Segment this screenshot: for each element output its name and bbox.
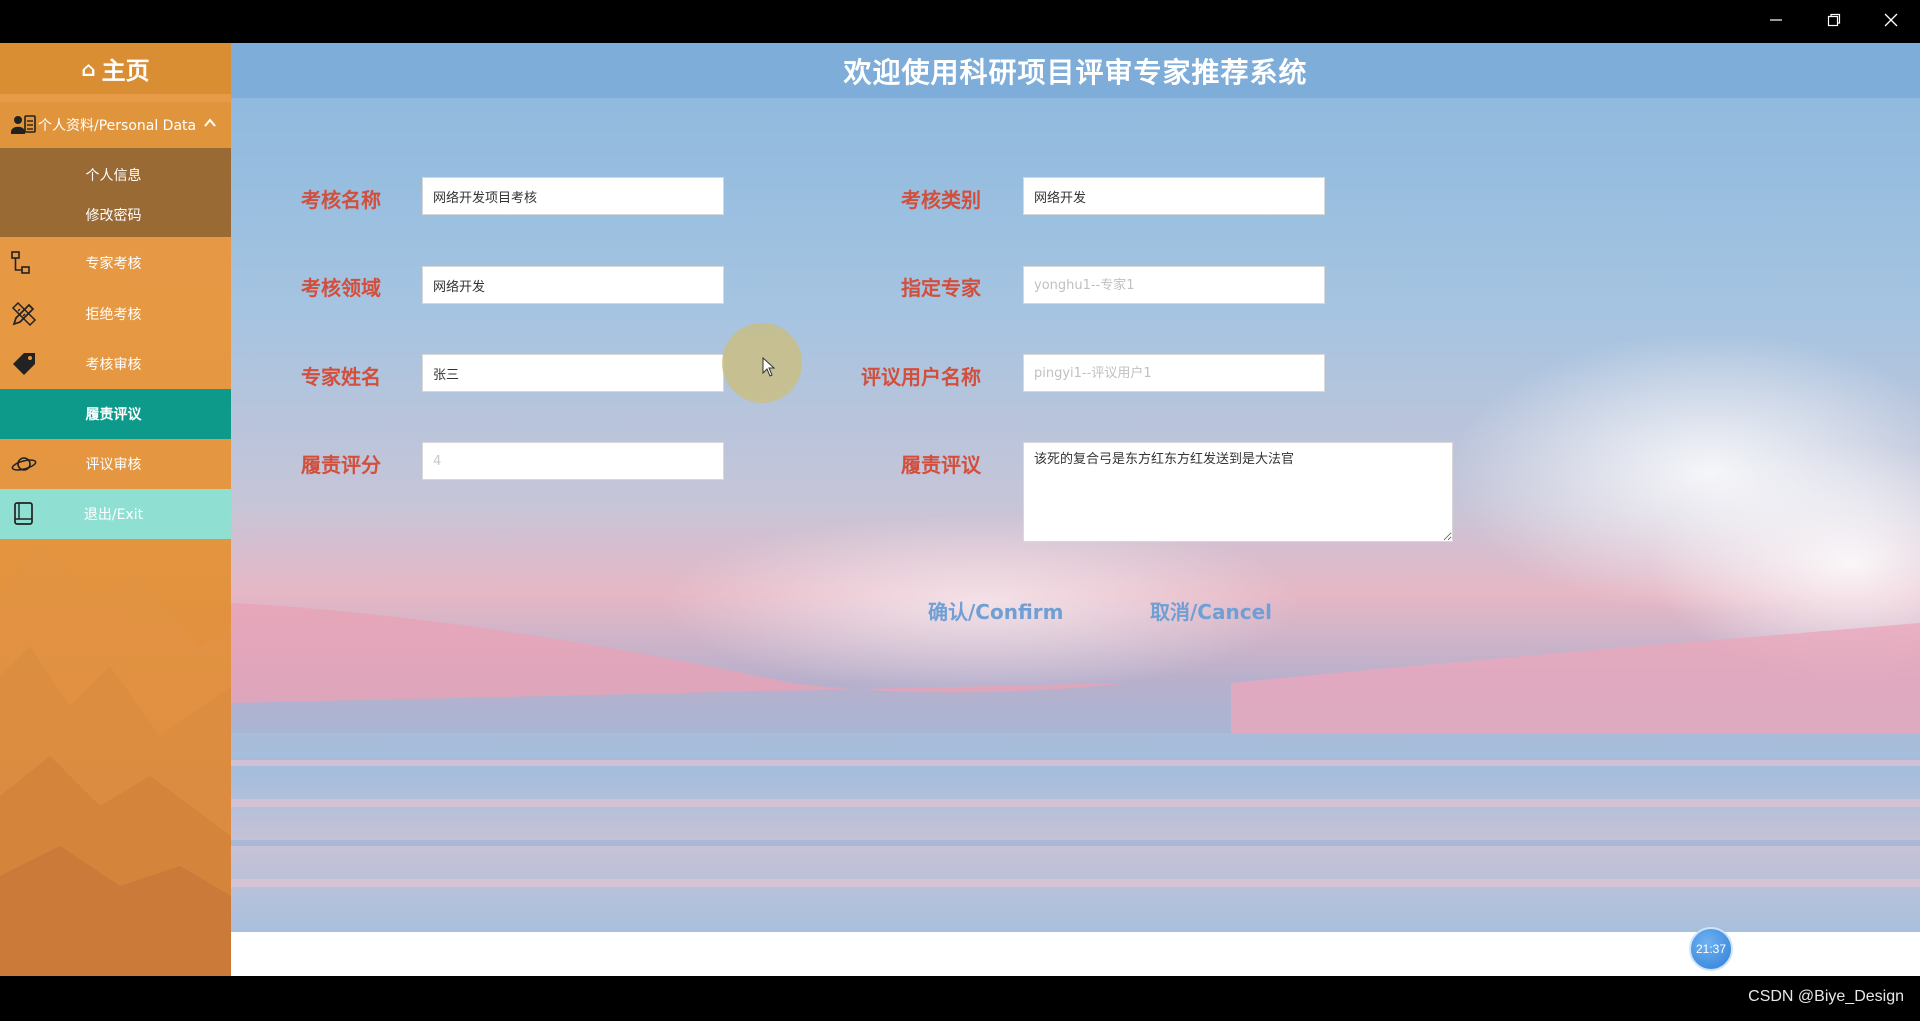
sidebar-item-duty-review[interactable]: 履责评议 (0, 389, 231, 439)
reviewer-username-input[interactable] (1023, 354, 1325, 392)
book-icon (14, 502, 33, 525)
assessment-category-label: 考核类别 (901, 188, 981, 212)
clock-badge[interactable]: 21:37 (1689, 927, 1733, 971)
sidebar-subitem-label: 修改密码 (85, 208, 142, 224)
window-title-bar (0, 0, 1920, 43)
sidebar-item-review-audit[interactable]: 评议审核 (0, 439, 231, 489)
minimize-button[interactable] (1753, 0, 1799, 40)
home-label: 主页 (101, 57, 150, 85)
duty-score-input[interactable] (422, 442, 724, 480)
sidebar-group-personal-data[interactable]: 个人资料/Personal Data (0, 102, 231, 148)
sidebar-mountain-background (0, 546, 231, 976)
restore-icon (1827, 13, 1841, 27)
duty-review-textarea[interactable]: 该死的复合弓是东方红东方红发送到是大法官 (1023, 442, 1453, 542)
assessment-name-input[interactable] (422, 177, 724, 215)
sidebar-submenu: 个人信息 修改密码 (0, 148, 231, 237)
page-header: 欢迎使用科研项目评审专家推荐系统 (231, 43, 1920, 98)
app-window: ⌂ 主页 个人资料/Personal Data 个人信息 修改密码 专家考核 拒… (0, 43, 1920, 976)
tag-icon (13, 353, 35, 375)
watermark-text: CSDN @Biye_Design (1748, 988, 1904, 1005)
cancel-button[interactable]: 取消/Cancel (1150, 596, 1272, 625)
duty-score-label: 履责评分 (301, 453, 381, 477)
planet-icon (11, 457, 37, 471)
confirm-button[interactable]: 确认/Confirm (928, 596, 1064, 625)
sidebar-item-reject-assessment[interactable]: 拒绝考核 (0, 289, 231, 339)
chevron-up-icon (204, 118, 216, 127)
minimize-icon (1770, 19, 1782, 21)
mouse-pointer-icon (762, 357, 776, 377)
assigned-expert-label: 指定专家 (901, 276, 981, 300)
sidebar-group-label: 个人资料/Personal Data (38, 118, 197, 134)
main-content: 欢迎使用科研项目评审专家推荐系统 考核名称 考核类别 考核领域 指定专家 专家姓… (231, 43, 1920, 932)
bottom-bar: CSDN @Biye_Design (0, 976, 1920, 1021)
close-icon (1884, 13, 1898, 27)
sidebar-item-assessment-review[interactable]: 考核审核 (0, 339, 231, 389)
page-title: 欢迎使用科研项目评审专家推荐系统 (843, 55, 1308, 89)
assigned-expert-input[interactable] (1023, 266, 1325, 304)
sidebar-item-label: 履责评议 (85, 407, 142, 423)
home-link[interactable]: ⌂ 主页 (0, 43, 231, 94)
assessment-name-label: 考核名称 (301, 188, 381, 212)
pencil-ruler-icon (11, 301, 37, 327)
sidebar-subitem-label: 个人信息 (85, 168, 142, 184)
id-card-icon (11, 115, 36, 134)
restore-button[interactable] (1811, 0, 1857, 40)
assessment-field-label: 考核领域 (301, 276, 381, 300)
sidebar-subitem-personal-info[interactable]: 个人信息 (0, 155, 231, 195)
sidebar: ⌂ 主页 个人资料/Personal Data 个人信息 修改密码 专家考核 拒… (0, 43, 231, 976)
home-icon: ⌂ (81, 56, 96, 81)
expert-name-input[interactable] (422, 354, 724, 392)
reviewer-username-label: 评议用户名称 (861, 365, 981, 389)
hierarchy-icon (11, 251, 30, 274)
sidebar-subitem-change-password[interactable]: 修改密码 (0, 195, 231, 235)
close-button[interactable] (1868, 0, 1914, 40)
duty-review-label: 履责评议 (901, 453, 981, 477)
assessment-category-input[interactable] (1023, 177, 1325, 215)
sidebar-item-expert-assessment[interactable]: 专家考核 (0, 238, 231, 288)
assessment-field-input[interactable] (422, 266, 724, 304)
sidebar-item-exit[interactable]: 退出/Exit (0, 489, 231, 539)
expert-name-label: 专家姓名 (301, 365, 381, 389)
